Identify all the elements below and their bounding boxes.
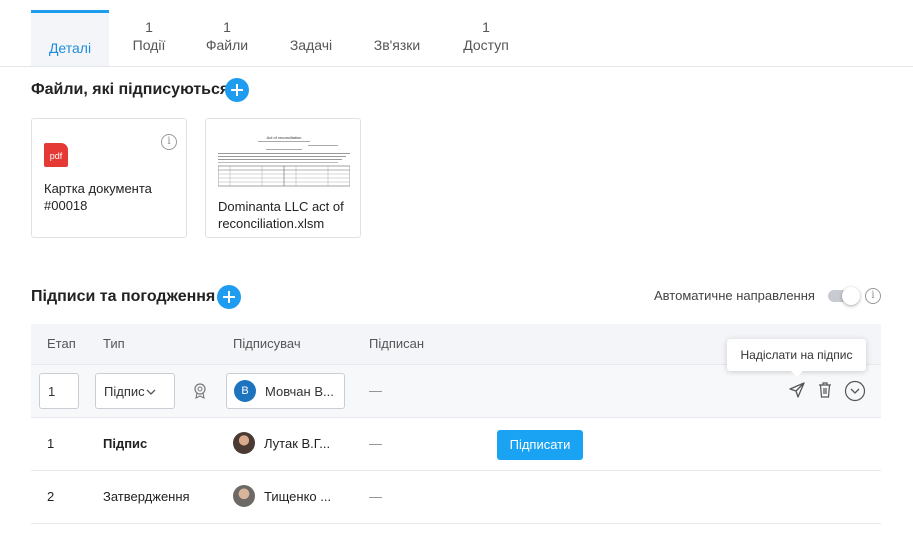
col-stage: Етап — [47, 336, 76, 351]
table-row: 2 Затвердження Тищенко ... — — [31, 471, 881, 524]
tab-label: Події — [132, 37, 166, 53]
tab-count — [276, 18, 346, 36]
type-value: Підпис — [103, 436, 148, 451]
trash-icon[interactable] — [817, 381, 833, 399]
file-card-xlsx[interactable]: Act of reconciliation Dominanta LLC act … — [205, 118, 361, 238]
type-value: Затвердження — [103, 489, 190, 504]
file-card-pdf[interactable]: pdf i Картка документа #00018 — [31, 118, 187, 238]
avatar — [233, 485, 255, 507]
tab-count: 1 — [145, 19, 153, 35]
col-signer: Підписувач — [233, 336, 301, 351]
tab-events[interactable]: 1 Події — [119, 10, 179, 66]
stage-value: 2 — [47, 489, 55, 504]
certificate-icon[interactable] — [193, 383, 207, 399]
file-name-line1: Картка документа — [44, 181, 152, 196]
pdf-icon: pdf — [44, 143, 68, 167]
tab-access[interactable]: 1 Доступ — [450, 10, 522, 66]
add-file-button[interactable] — [225, 78, 249, 102]
table-row-edit: 1 Підпис В Мовчан В... — — [31, 365, 881, 418]
signed-value: — — [369, 436, 382, 451]
tab-label: Файли — [205, 37, 249, 53]
tab-bar: Деталі 1 Події 1 Файли Задачі Зв'язки 1 … — [0, 0, 913, 67]
signer-name: Мовчан В... — [265, 384, 334, 399]
signed-value: — — [369, 383, 382, 398]
signer-name: Лутак В.Г... — [264, 436, 331, 451]
tab-count — [360, 18, 434, 36]
tab-files[interactable]: 1 Файли — [192, 10, 262, 66]
tab-label: Доступ — [463, 37, 509, 53]
info-icon[interactable]: i — [865, 288, 881, 304]
auto-routing-toggle[interactable] — [828, 287, 860, 305]
tab-label: Зв'язки — [373, 37, 421, 53]
signer-select[interactable]: В Мовчан В... — [226, 373, 345, 409]
table-row: 1 Підпис Лутак В.Г... — Підписати — [31, 418, 881, 471]
tab-tasks[interactable]: Задачі — [276, 10, 346, 66]
tab-links[interactable]: Зв'язки — [360, 10, 434, 66]
expand-circle-icon[interactable] — [844, 380, 866, 402]
send-tooltip: Надіслати на підпис — [727, 339, 866, 377]
info-icon[interactable]: i — [161, 134, 177, 150]
preview-title: Act of reconciliation — [267, 135, 302, 140]
stage-value: 1 — [48, 384, 56, 399]
file-name-line2: #00018 — [44, 198, 88, 213]
send-icon[interactable] — [789, 382, 805, 398]
files-section-title: Файли, які підписуються — [31, 81, 230, 98]
col-type: Тип — [103, 336, 125, 351]
tab-count: 1 — [223, 19, 231, 35]
file-name-line2: reconciliation.xlsm — [218, 216, 325, 231]
file-name-line1: Dominanta LLC act of — [218, 199, 344, 214]
type-value: Підпис — [104, 384, 145, 399]
col-signed: Підписан — [369, 336, 425, 351]
avatar — [233, 432, 255, 454]
spreadsheet-preview-icon: Act of reconciliation — [218, 133, 350, 191]
signed-value: — — [369, 489, 382, 504]
signer-name: Тищенко ... — [264, 489, 332, 504]
sign-button[interactable]: Підписати — [497, 430, 583, 460]
stage-input[interactable]: 1 — [39, 373, 79, 409]
tab-label: Задачі — [289, 37, 333, 53]
auto-routing-label: Автоматичне направлення — [654, 288, 815, 303]
add-signature-button[interactable] — [217, 285, 241, 309]
chevron-down-icon — [146, 389, 156, 395]
avatar: В — [234, 380, 256, 402]
tab-label: Деталі — [48, 40, 92, 56]
type-select[interactable]: Підпис — [95, 373, 175, 409]
stage-value: 1 — [47, 436, 55, 451]
tab-details[interactable]: Деталі — [31, 10, 109, 66]
tab-count: 1 — [482, 19, 490, 35]
toggle-knob — [842, 287, 860, 305]
signatures-section-title: Підписи та погодження — [31, 288, 216, 305]
